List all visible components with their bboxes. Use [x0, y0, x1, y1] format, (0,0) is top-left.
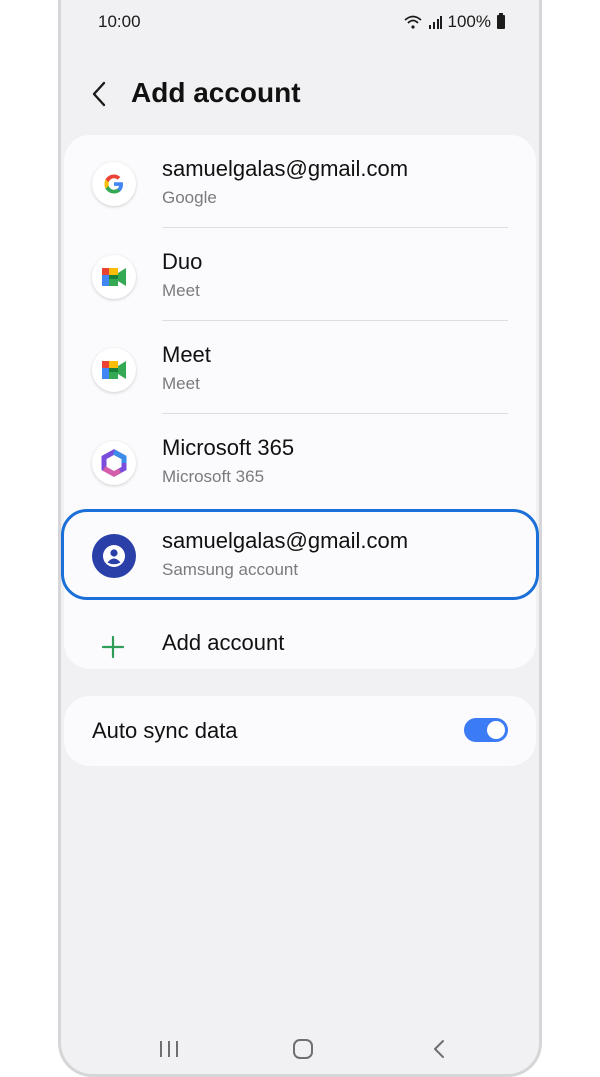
- page-title: Add account: [131, 77, 301, 108]
- signal-icon: [428, 16, 442, 29]
- account-name: Meet: [162, 342, 211, 367]
- recent-apps-button[interactable]: [149, 1034, 189, 1064]
- battery-percent: 100%: [447, 12, 491, 31]
- back-button[interactable]: [81, 76, 117, 112]
- chevron-left-icon: [92, 81, 106, 107]
- meet-icon: [92, 348, 136, 392]
- back-nav-button[interactable]: [419, 1034, 459, 1064]
- home-icon: [293, 1039, 313, 1059]
- toggle-knob: [487, 721, 505, 739]
- account-provider: Meet: [162, 281, 200, 300]
- account-provider: Microsoft 365: [162, 467, 265, 486]
- back-icon: [434, 1040, 444, 1058]
- auto-sync-card: Auto sync data: [64, 696, 536, 766]
- account-row-google[interactable]: samuelgalas@gmail.com Google: [64, 135, 536, 228]
- account-name: samuelgalas@gmail.com: [162, 156, 409, 181]
- account-row-duo[interactable]: Duo Meet: [64, 228, 536, 321]
- account-name: Microsoft 365: [162, 435, 295, 460]
- header: Add account: [61, 70, 539, 120]
- account-row-microsoft-365[interactable]: Microsoft 365 Microsoft 365: [64, 414, 536, 507]
- add-account-row[interactable]: Add account: [64, 600, 536, 693]
- account-provider: Google: [162, 188, 217, 207]
- phone-frame: 10:00 100% Add account samuelgalas@gmail…: [58, 0, 542, 1077]
- battery-icon: [497, 13, 505, 29]
- auto-sync-label: Auto sync data: [92, 718, 238, 743]
- google-icon: [92, 162, 136, 206]
- account-row-meet[interactable]: Meet Meet: [64, 321, 536, 414]
- status-time: 10:00: [98, 12, 141, 31]
- plus-icon: [101, 635, 125, 659]
- account-name: Duo: [162, 249, 203, 274]
- selection-highlight: [61, 509, 539, 600]
- microsoft-365-icon: [92, 441, 136, 485]
- navigation-bar: [61, 1020, 539, 1074]
- status-bar: 10:00 100%: [61, 0, 539, 44]
- recent-apps-icon: [160, 1041, 178, 1057]
- account-provider: Meet: [162, 374, 200, 393]
- status-right: 100%: [403, 12, 505, 32]
- wifi-icon: [403, 15, 422, 29]
- home-button[interactable]: [283, 1034, 323, 1064]
- auto-sync-toggle[interactable]: [464, 718, 508, 742]
- meet-icon: [92, 255, 136, 299]
- add-account-label: Add account: [162, 630, 285, 655]
